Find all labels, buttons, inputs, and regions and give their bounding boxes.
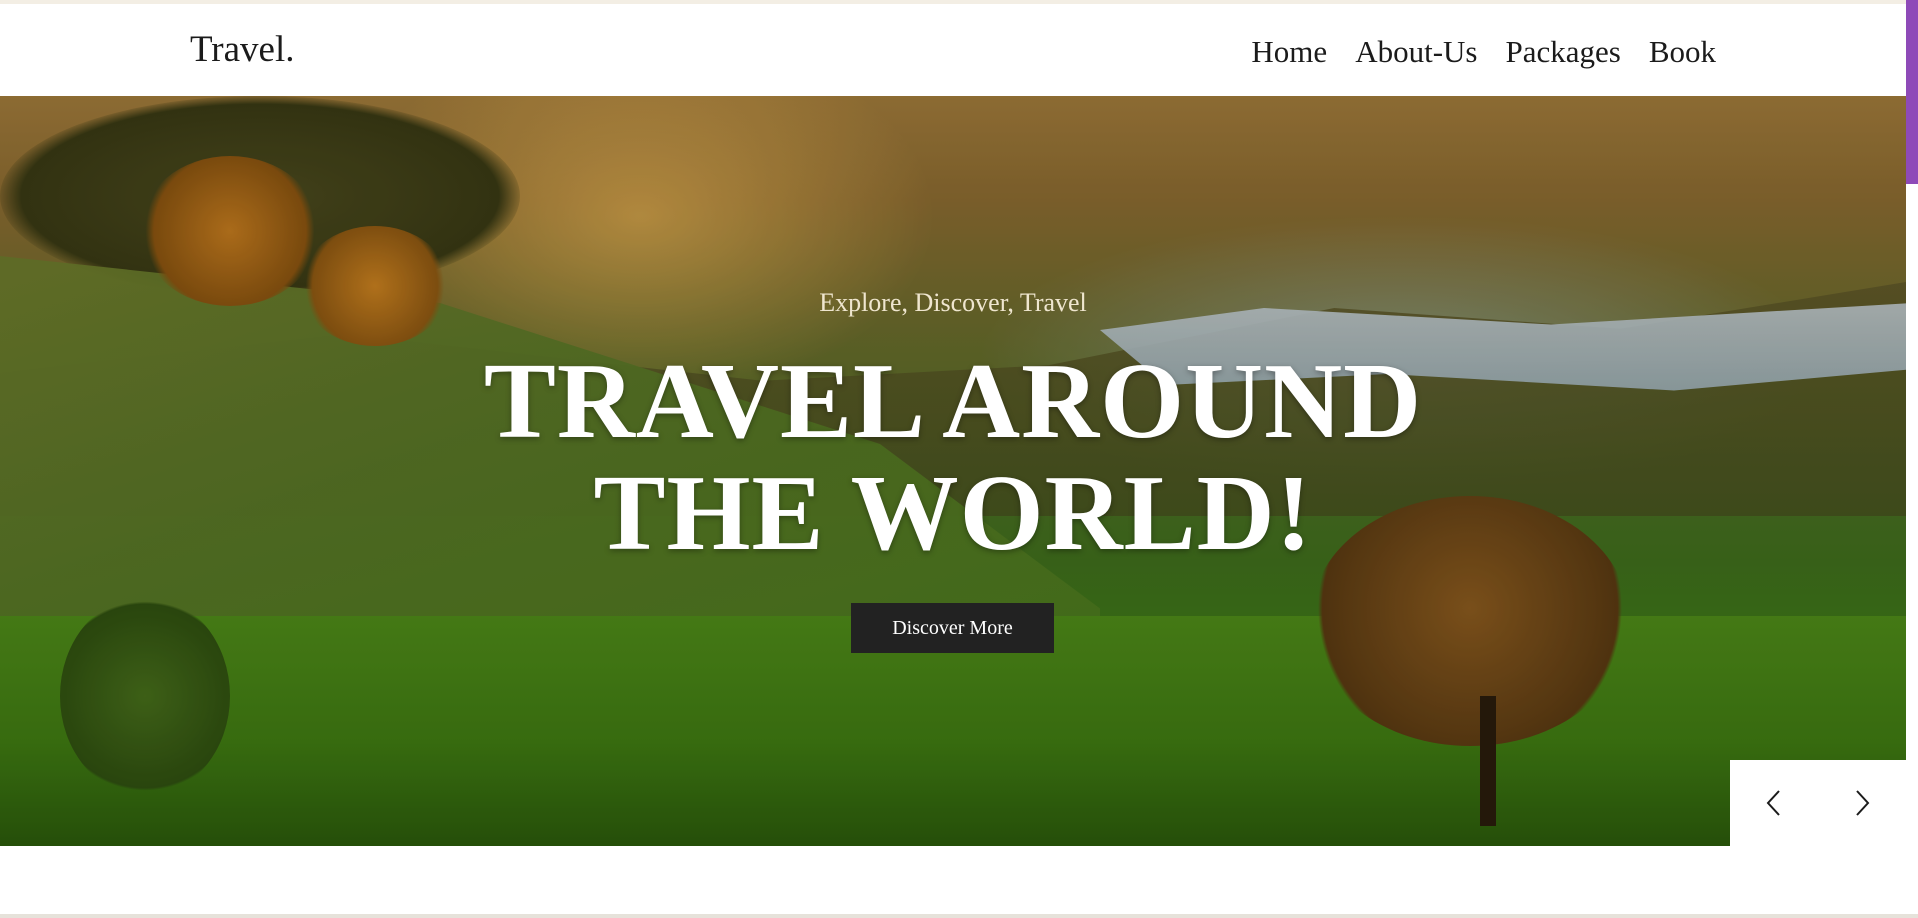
hero-title-line-1: TRAVEL AROUND	[483, 342, 1423, 461]
slider-next-button[interactable]	[1818, 760, 1906, 846]
nav-link-packages[interactable]: Packages	[1505, 34, 1620, 69]
nav-item-home: Home	[1251, 32, 1327, 72]
hero-section: Explore, Discover, Travel TRAVEL AROUND …	[0, 96, 1906, 846]
nav-item-packages: Packages	[1505, 32, 1620, 72]
hero-title-line-2: THE WORLD!	[593, 454, 1313, 573]
main-nav: Home About-Us Packages Book	[1251, 32, 1716, 72]
scrollbar-thumb[interactable]	[1906, 0, 1918, 184]
slider-prev-button[interactable]	[1730, 760, 1818, 846]
chevron-right-icon	[1856, 790, 1870, 816]
chevron-left-icon	[1766, 790, 1780, 816]
hero-subtitle: Explore, Discover, Travel	[819, 288, 1087, 317]
bottom-divider	[0, 914, 1918, 918]
page: Travel. Home About-Us Packages Book Expl…	[0, 0, 1918, 918]
site-logo[interactable]: Travel.	[190, 28, 295, 72]
discover-more-button[interactable]: Discover More	[851, 603, 1054, 653]
nav-link-book[interactable]: Book	[1649, 34, 1716, 69]
nav-item-book: Book	[1649, 32, 1716, 72]
navbar: Travel. Home About-Us Packages Book	[0, 4, 1906, 96]
hero-title: TRAVEL AROUND THE WORLD!	[0, 346, 1906, 570]
scrollbar-track[interactable]	[1906, 0, 1918, 918]
nav-link-home[interactable]: Home	[1251, 34, 1327, 69]
hero-content: Explore, Discover, Travel TRAVEL AROUND …	[0, 96, 1906, 846]
slider-controls	[1730, 760, 1906, 846]
nav-item-about-us: About-Us	[1355, 32, 1477, 72]
nav-link-about-us[interactable]: About-Us	[1355, 34, 1477, 69]
